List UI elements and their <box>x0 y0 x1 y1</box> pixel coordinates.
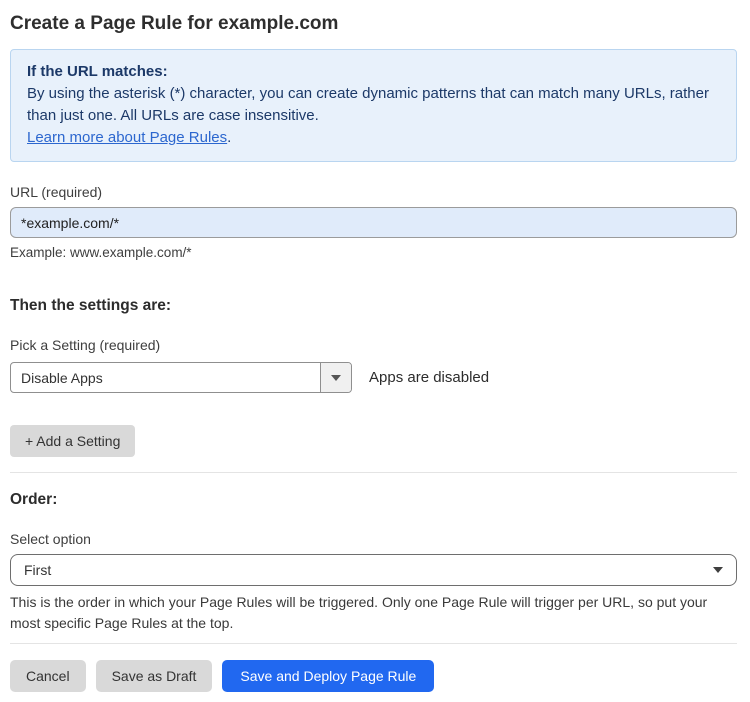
chevron-down-icon <box>713 567 723 573</box>
order-select-label: Select option <box>10 531 91 547</box>
footer-divider <box>10 643 737 644</box>
order-helper-text: This is the order in which your Page Rul… <box>10 594 708 631</box>
url-match-info-box: If the URL matches: By using the asteris… <box>10 49 737 162</box>
link-suffix: . <box>227 129 232 146</box>
setting-select-arrow-button[interactable] <box>320 363 351 392</box>
save-and-deploy-button[interactable]: Save and Deploy Page Rule <box>222 660 435 692</box>
info-box-heading: If the URL matches: <box>27 63 168 80</box>
order-section-heading: Order: <box>10 491 58 508</box>
url-example-helper: Example: www.example.com/* <box>10 245 192 260</box>
order-select[interactable]: First <box>10 554 737 586</box>
settings-section-heading: Then the settings are: <box>10 297 172 314</box>
section-divider <box>10 472 737 473</box>
page-title: Create a Page Rule for example.com <box>10 13 339 34</box>
url-field-label: URL (required) <box>10 184 103 200</box>
add-setting-button[interactable]: + Add a Setting <box>10 425 136 457</box>
setting-status-text: Apps are disabled <box>369 369 490 386</box>
save-as-draft-button[interactable]: Save as Draft <box>95 660 213 692</box>
setting-picker-label: Pick a Setting (required) <box>10 337 161 353</box>
info-box-link-line: Learn more about Page Rules. <box>27 127 720 149</box>
setting-row: Disable Apps Apps are disabled <box>10 362 737 393</box>
info-box-body: By using the asterisk (*) character, you… <box>27 85 709 124</box>
order-select-value: First <box>24 562 52 578</box>
url-input[interactable] <box>10 207 737 238</box>
chevron-down-icon <box>331 374 341 381</box>
footer-actions: Cancel Save as Draft Save and Deploy Pag… <box>10 660 737 692</box>
setting-select-value: Disable Apps <box>21 369 103 386</box>
page-rule-form: Create a Page Rule for example.com If th… <box>0 12 750 702</box>
learn-more-link[interactable]: Learn more about Page Rules <box>27 129 227 146</box>
cancel-button[interactable]: Cancel <box>10 660 86 692</box>
setting-select[interactable]: Disable Apps <box>10 362 352 393</box>
